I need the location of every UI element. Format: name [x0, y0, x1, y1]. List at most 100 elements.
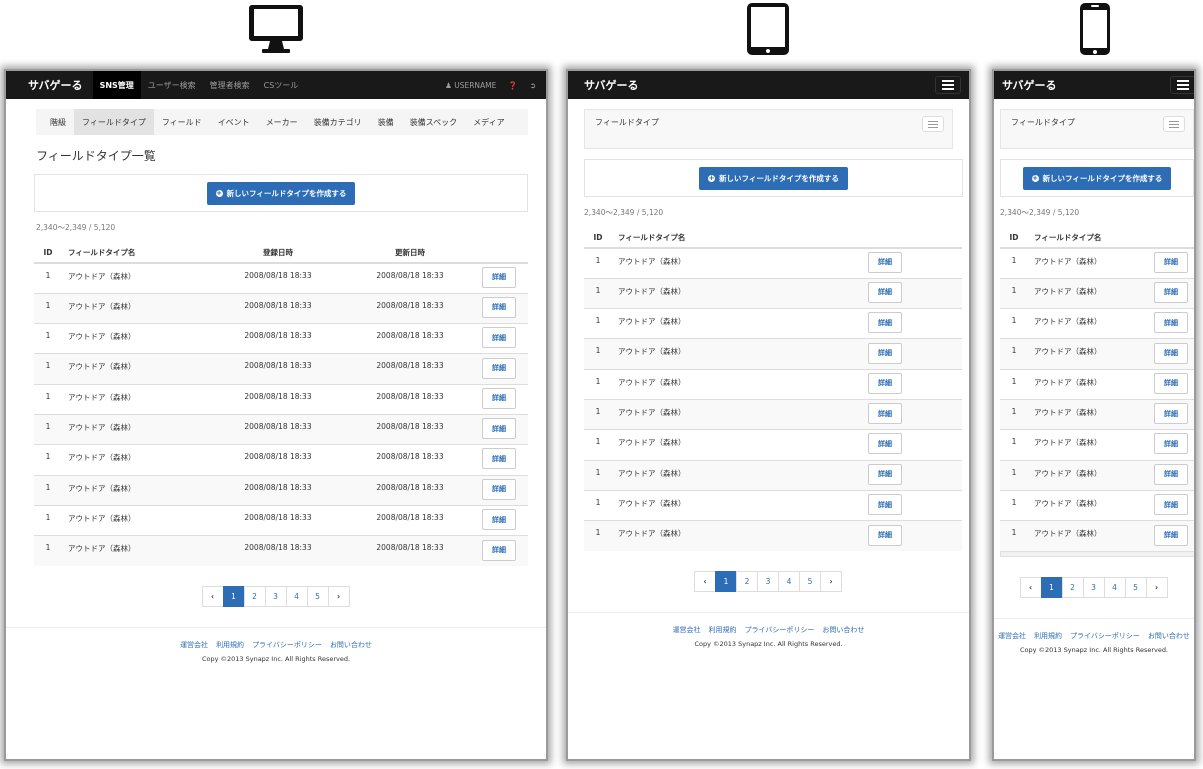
page-button-4[interactable]: 4 [285, 585, 308, 607]
footer-link-terms[interactable]: 利用規約 [1034, 631, 1062, 641]
page-button-2[interactable]: 2 [243, 585, 266, 607]
table-row[interactable]: 1 アウトドア（森林） 2008/08/18 18:33 2008/08/18 18:… [34, 292, 528, 324]
subnav-item-field-type[interactable]: フィールドタイプ [74, 109, 154, 135]
detail-button[interactable]: 詳細 [868, 494, 902, 516]
table-row[interactable]: 1 アウトドア（森林） 2008/08/18 18:33 2008/08/18 18:… [34, 383, 528, 415]
page-button-2[interactable]: 2 [736, 570, 758, 592]
page-button-5[interactable]: 5 [1124, 576, 1147, 598]
footer-link-privacy[interactable]: プライバシーポリシー [1070, 631, 1140, 641]
table-row[interactable]: 1 アウトドア（森林） 詳細 [1000, 489, 1194, 521]
page-next-button[interactable]: › [327, 585, 350, 607]
page-next-button[interactable]: › [1145, 576, 1168, 598]
brand-logo[interactable]: サバゲーる [994, 77, 1067, 93]
detail-button[interactable]: 詳細 [1154, 312, 1188, 334]
page-prev-button[interactable]: ‹ [694, 570, 716, 592]
menu-toggle-button[interactable] [935, 76, 961, 94]
table-row[interactable]: 1 アウトドア（森林） 2008/08/18 18:33 2008/08/18 18:… [34, 474, 528, 506]
table-row[interactable]: 1 アウトドア（森林） 詳細 [584, 398, 962, 430]
page-button-1[interactable]: 1 [222, 585, 245, 607]
detail-button[interactable]: 詳細 [868, 524, 902, 546]
detail-button[interactable]: 詳細 [868, 463, 902, 485]
question-icon[interactable]: ❓ [508, 81, 517, 90]
subnav-item-field[interactable]: フィールド [154, 109, 210, 135]
page-button-1[interactable]: 1 [715, 570, 737, 592]
detail-button[interactable]: 詳細 [482, 387, 516, 409]
page-button-4[interactable]: 4 [1103, 576, 1126, 598]
nav-item-user-search[interactable]: ユーザー検索 [141, 71, 203, 99]
detail-button[interactable]: 詳細 [1154, 281, 1188, 303]
table-row[interactable]: 1 アウトドア（森林） 2008/08/18 18:33 2008/08/18 18:… [34, 444, 528, 476]
footer-link-privacy[interactable]: プライバシーポリシー [252, 640, 322, 650]
detail-button[interactable]: 詳細 [1154, 342, 1188, 364]
table-row[interactable]: 1 アウトドア（森林） 詳細 [1000, 459, 1194, 491]
brand-logo[interactable]: サバゲーる [568, 77, 649, 93]
detail-button[interactable]: 詳細 [868, 403, 902, 425]
create-field-type-button[interactable]: + 新しいフィールドタイプを作成する [699, 166, 848, 190]
user-menu[interactable]: ♟ USERNAME [445, 81, 496, 90]
detail-button[interactable]: 詳細 [1154, 524, 1188, 546]
table-row[interactable]: 1 アウトドア（森林） 詳細 [584, 489, 962, 521]
table-row[interactable]: 1 アウトドア（森林） 2008/08/18 18:33 2008/08/18 18:… [34, 504, 528, 536]
detail-button[interactable]: 詳細 [482, 266, 516, 288]
detail-button[interactable]: 詳細 [1154, 372, 1188, 394]
page-button-5[interactable]: 5 [799, 570, 821, 592]
logout-icon[interactable]: ➲ [530, 81, 536, 90]
menu-toggle-button[interactable] [1170, 76, 1194, 94]
subnav-item-event[interactable]: イベント [210, 109, 258, 135]
detail-button[interactable]: 詳細 [1154, 251, 1188, 273]
table-row[interactable]: 1 アウトドア（森林） 2008/08/18 18:33 2008/08/18 18:… [34, 353, 528, 385]
detail-button[interactable]: 詳細 [868, 342, 902, 364]
subnav-item-equip-spec[interactable]: 装備スペック [402, 109, 465, 135]
subnav-item-rank[interactable]: 階級 [42, 109, 74, 135]
table-row[interactable]: 1 アウトドア（森林） 詳細 [584, 247, 962, 279]
detail-button[interactable]: 詳細 [482, 509, 516, 531]
table-row[interactable]: 1 アウトドア（森林） 詳細 [584, 308, 962, 339]
table-row[interactable]: 1 アウトドア（森林） 2008/08/18 18:33 2008/08/18 18:… [34, 535, 528, 566]
page-button-1[interactable]: 1 [1040, 576, 1063, 598]
detail-button[interactable]: 詳細 [868, 281, 902, 303]
subnav-item-media[interactable]: メディア [465, 109, 512, 135]
footer-link-terms[interactable]: 利用規約 [709, 625, 737, 635]
detail-button[interactable]: 詳細 [482, 418, 516, 440]
footer-link-contact[interactable]: お問い合わせ [1148, 631, 1190, 641]
page-prev-button[interactable]: ‹ [201, 585, 224, 607]
table-row[interactable]: 1 アウトドア（森林） 詳細 [1000, 247, 1194, 279]
footer-link-company[interactable]: 運営会社 [180, 640, 208, 650]
detail-button[interactable]: 詳細 [1154, 433, 1188, 455]
footer-link-contact[interactable]: お問い合わせ [822, 625, 864, 635]
footer-link-company[interactable]: 運営会社 [998, 631, 1026, 641]
detail-button[interactable]: 詳細 [1154, 403, 1188, 425]
table-row[interactable]: 1 アウトドア（森林） 2008/08/18 18:33 2008/08/18 18:… [34, 413, 528, 445]
table-row[interactable]: 1 アウトドア（森林） 詳細 [584, 368, 962, 400]
page-prev-button[interactable]: ‹ [1019, 576, 1042, 598]
subnav-item-maker[interactable]: メーカー [258, 109, 306, 135]
nav-item-admin-search[interactable]: 管理者検索 [203, 71, 257, 99]
footer-link-privacy[interactable]: プライバシーポリシー [745, 625, 815, 635]
table-row[interactable]: 1 アウトドア（森林） 2008/08/18 18:33 2008/08/18 18:… [34, 262, 528, 294]
horizontal-scrollbar[interactable] [1000, 550, 1194, 557]
detail-button[interactable]: 詳細 [868, 251, 902, 273]
detail-button[interactable]: 詳細 [868, 312, 902, 334]
table-row[interactable]: 1 アウトドア（森林） 詳細 [584, 338, 962, 370]
table-row[interactable]: 1 アウトドア（森林） 詳細 [1000, 398, 1194, 430]
detail-button[interactable]: 詳細 [482, 327, 516, 349]
brand-logo[interactable]: サバゲーる [6, 77, 93, 93]
detail-button[interactable]: 詳細 [482, 448, 516, 470]
subnav-item-equip-category[interactable]: 装備カテゴリ [306, 109, 370, 135]
footer-link-terms[interactable]: 利用規約 [216, 640, 244, 650]
page-button-5[interactable]: 5 [306, 585, 329, 607]
create-field-type-button[interactable]: + 新しいフィールドタイプを作成する [206, 181, 356, 205]
detail-button[interactable]: 詳細 [482, 296, 516, 318]
table-row[interactable]: 1 アウトドア（森林） 詳細 [584, 520, 962, 551]
page-button-3[interactable]: 3 [757, 570, 779, 592]
detail-button[interactable]: 詳細 [482, 539, 516, 561]
page-button-2[interactable]: 2 [1061, 576, 1084, 598]
table-row[interactable]: 1 アウトドア（森林） 詳細 [584, 277, 962, 309]
nav-item-sns[interactable]: SNS管理 [92, 71, 141, 99]
page-button-4[interactable]: 4 [778, 570, 800, 592]
detail-button[interactable]: 詳細 [1154, 494, 1188, 516]
subnav-toggle-button[interactable] [922, 116, 944, 132]
page-button-3[interactable]: 3 [1082, 576, 1105, 598]
detail-button[interactable]: 詳細 [868, 433, 902, 455]
table-row[interactable]: 1 アウトドア（森林） 詳細 [1000, 338, 1194, 370]
